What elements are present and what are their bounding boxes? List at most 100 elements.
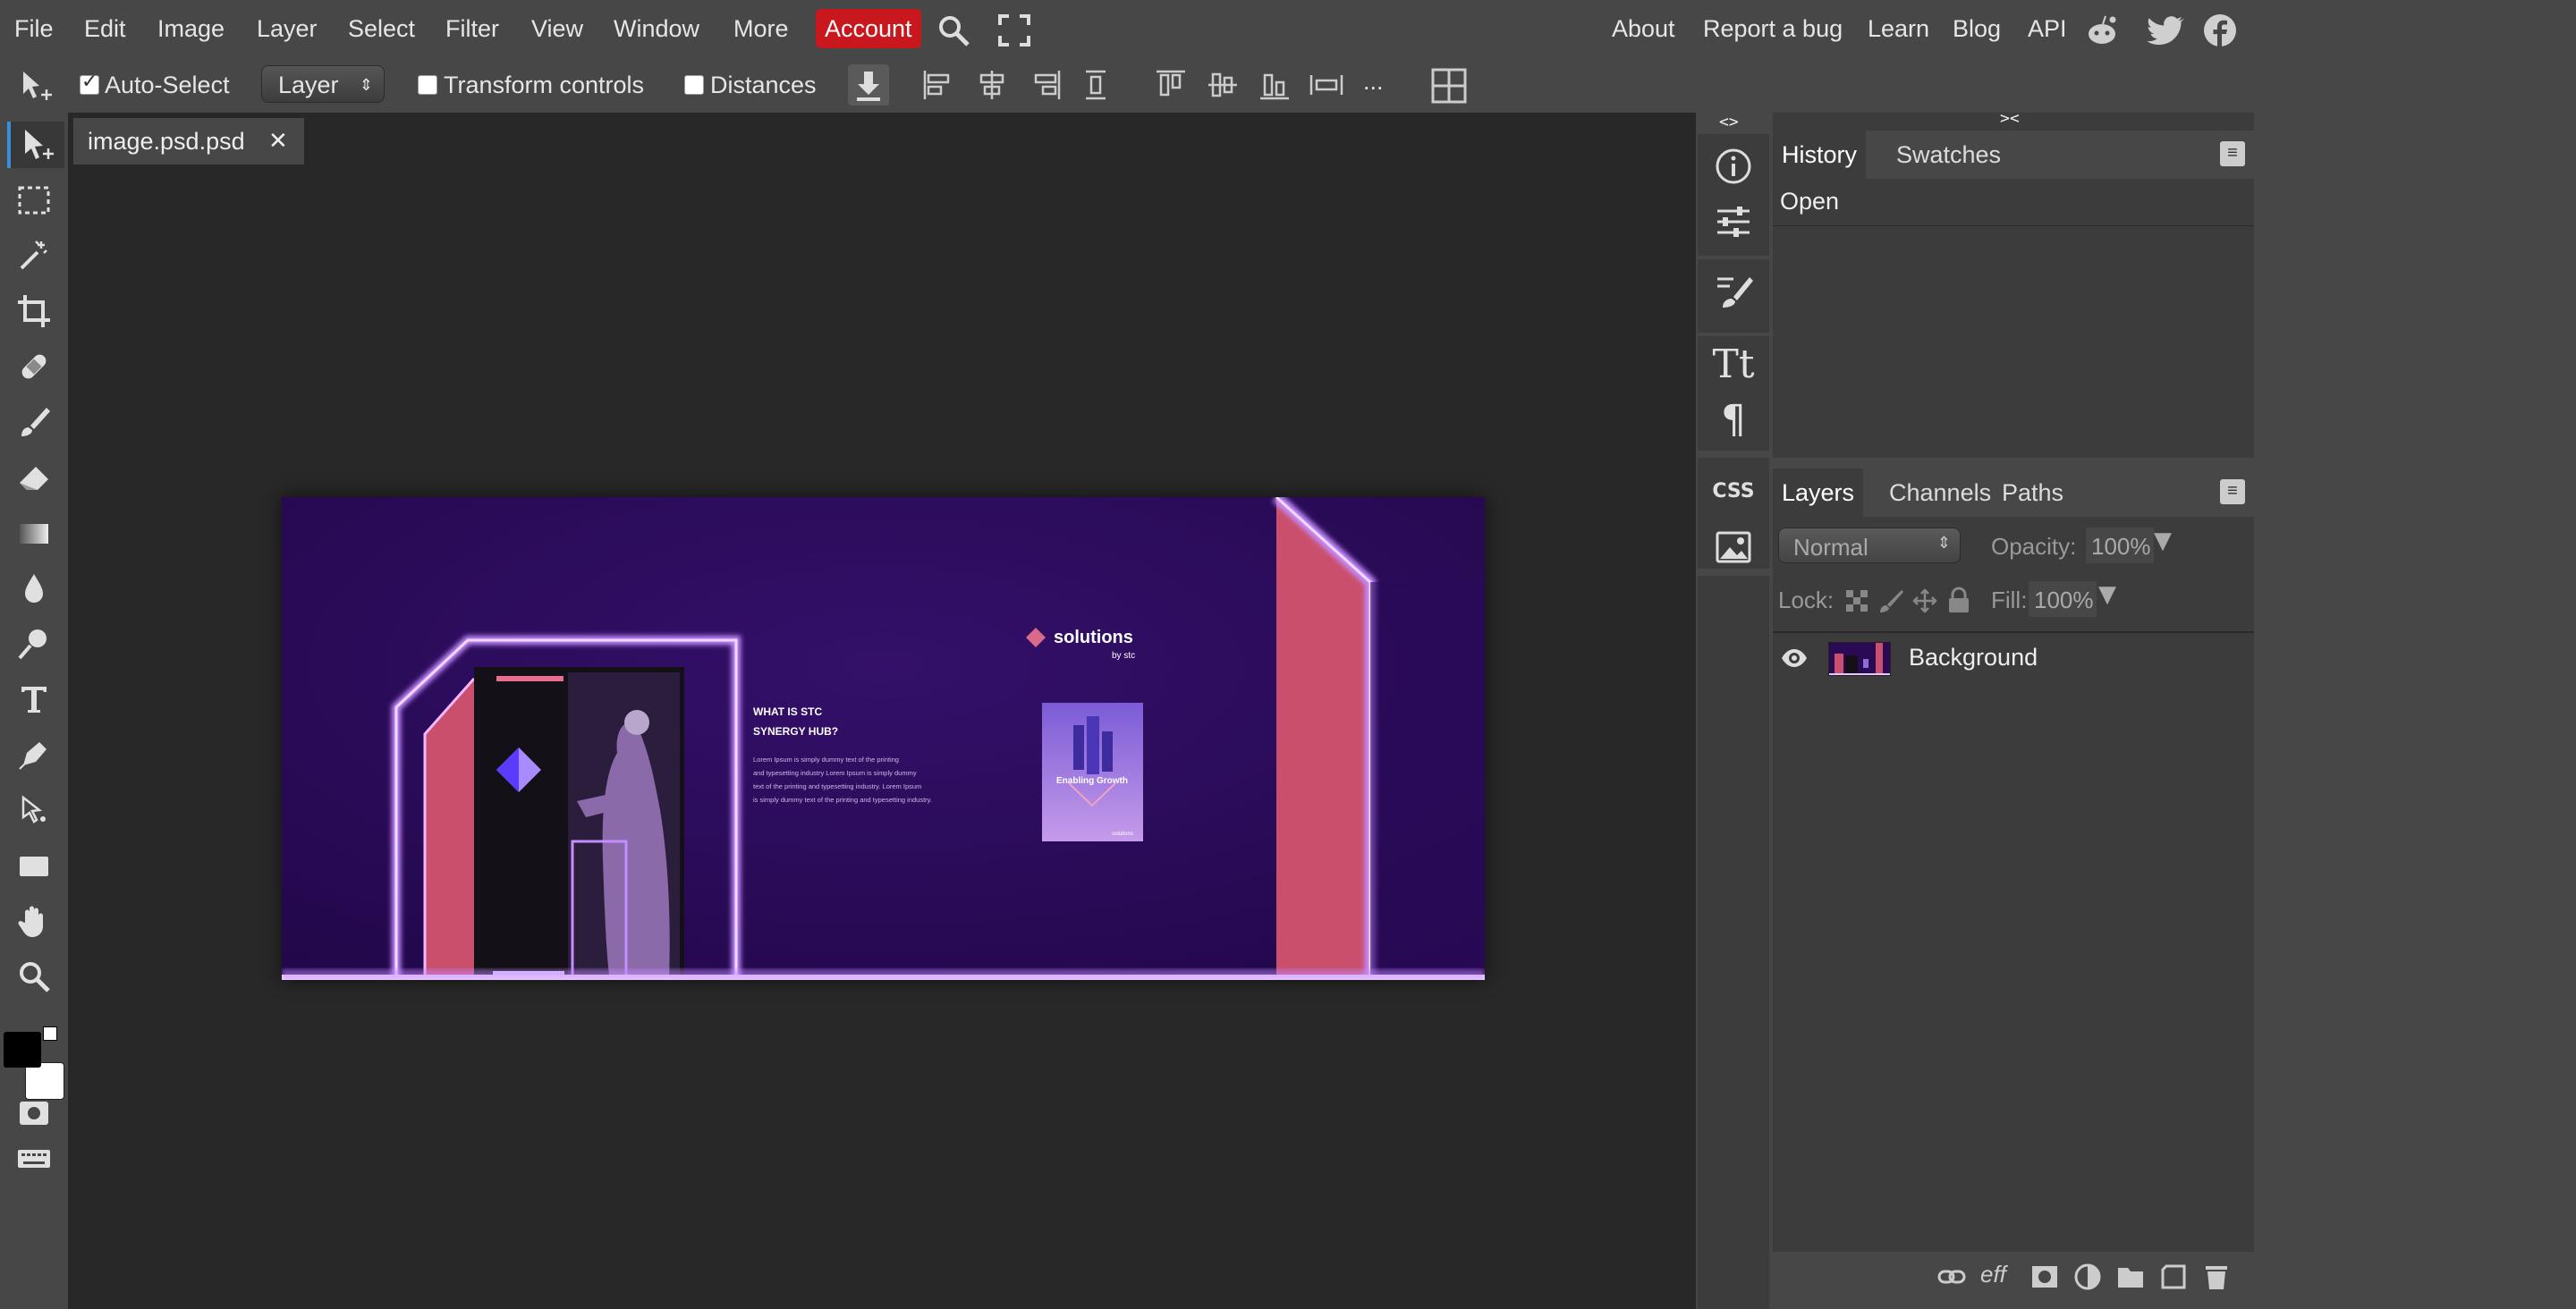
layers-panel-menu-icon[interactable]: ≡ [2220,479,2245,504]
link-blog[interactable]: Blog [1953,0,2001,57]
more-align-options[interactable]: ... [1363,68,1384,96]
link-about[interactable]: About [1612,0,1675,57]
tab-paths[interactable]: Paths [1993,469,2072,517]
lock-position-icon[interactable] [1912,588,1937,613]
download-button[interactable] [848,64,889,106]
opacity-dropdown-icon[interactable]: ▼ [2154,528,2172,554]
auto-select-target-dropdown[interactable]: Layer ⇕ [261,65,385,103]
layer-effects-icon[interactable]: eff [1980,1261,2006,1288]
history-panel-menu-icon[interactable]: ≡ [2220,141,2245,166]
adjustment-layer-icon[interactable] [2073,1263,2102,1291]
align-bottom-icon[interactable] [1258,68,1292,102]
dodge-tool[interactable] [7,621,61,667]
facebook-icon[interactable] [2202,13,2238,48]
auto-select-checkbox[interactable] [80,71,99,95]
zoom-tool[interactable] [7,953,61,1000]
menu-file[interactable]: File [14,0,54,57]
document-tab[interactable]: image.psd.psd ✕ [73,118,304,165]
path-select-tool[interactable] [7,787,61,833]
opacity-label: Opacity: [1991,533,2077,560]
search-icon[interactable] [936,13,971,48]
grid-layout-icon[interactable] [1429,66,1469,106]
layer-row[interactable]: Background [1773,633,2254,683]
paragraph-panel-button[interactable]: ¶ [1698,393,1769,447]
type-icon [21,687,47,713]
fill-input[interactable]: 100% [2029,581,2097,617]
menu-window[interactable]: Window [614,0,699,57]
move-tool[interactable] [7,122,64,168]
type-tool[interactable] [7,676,61,722]
gradient-tool[interactable] [7,510,61,556]
blend-mode-dropdown[interactable]: Normal ⇕ [1778,528,1961,563]
quick-mask-button[interactable] [7,1089,61,1136]
shape-tool[interactable] [7,842,61,889]
menu-select[interactable]: Select [348,0,415,57]
magic-wand-icon [20,241,47,270]
image-panel-button[interactable] [1698,520,1769,574]
transform-controls-checkbox[interactable] [418,75,437,95]
collapse-panels-toggle[interactable]: <> [1719,113,1739,131]
fill-dropdown-icon[interactable]: ▼ [2098,581,2116,608]
layer-visibility-eye-icon[interactable] [1780,644,1809,672]
align-top-icon[interactable] [1154,68,1188,102]
tab-swatches[interactable]: Swatches [1887,131,2010,179]
align-horizontal-center-icon[interactable] [975,68,1009,102]
keyboard-button[interactable] [7,1136,61,1182]
lock-transparency-icon[interactable] [1844,588,1869,613]
menu-filter[interactable]: Filter [445,0,499,57]
tab-channels[interactable]: Channels [1880,469,2000,517]
delete-layer-trash-icon[interactable] [2202,1263,2231,1291]
tab-layers[interactable]: Layers [1773,469,1864,517]
link-report-bug[interactable]: Report a bug [1703,0,1843,57]
character-panel-button[interactable]: Tt [1698,338,1769,392]
hand-tool[interactable] [7,898,61,944]
history-item[interactable]: Open [1773,179,2254,226]
menu-more[interactable]: More [733,0,789,57]
css-icon: CSS [1712,480,1755,502]
menu-account[interactable]: Account [816,9,921,48]
fill-label: Fill: [1991,587,2028,613]
align-right-icon[interactable] [1029,68,1063,102]
align-left-icon[interactable] [921,68,955,102]
adjustments-panel-button[interactable] [1698,195,1769,249]
collapse-panel-toggle[interactable]: >< [2000,109,2020,128]
link-layers-icon[interactable] [1937,1263,1966,1291]
link-learn[interactable]: Learn [1868,0,1929,57]
brush-tool[interactable] [7,399,61,445]
magic-wand-tool[interactable] [7,232,61,279]
align-vertical-center-icon[interactable] [1206,68,1240,102]
close-tab-icon[interactable]: ✕ [268,118,288,165]
opacity-input[interactable]: 100% [2086,528,2154,563]
info-panel-button[interactable] [1698,139,1769,193]
twitter-icon[interactable] [2147,13,2184,48]
distribute-vertical-icon[interactable] [1308,68,1345,102]
marquee-tool[interactable] [7,177,61,224]
canvas-body-4: is simply dummy text of the printing and… [753,796,932,804]
reddit-icon[interactable] [2084,13,2120,48]
fullscreen-icon[interactable] [996,13,1032,48]
distances-checkbox[interactable] [684,75,704,95]
pen-tool[interactable] [7,731,61,778]
menu-edit[interactable]: Edit [84,0,126,57]
brush-settings-button[interactable] [1698,265,1769,318]
blur-tool[interactable] [7,565,61,612]
link-api[interactable]: API [2028,0,2067,57]
canvas[interactable]: WHAT IS STC SYNERGY HUB? Lorem Ipsum is … [282,493,1485,982]
css-panel-button[interactable]: CSS [1698,465,1769,519]
menu-view[interactable]: View [531,0,583,57]
new-group-folder-icon[interactable] [2116,1263,2145,1291]
eraser-tool[interactable] [7,454,61,501]
lock-pixels-icon[interactable] [1878,588,1903,613]
healing-tool[interactable] [7,343,61,390]
default-colors-icon[interactable] [43,1026,57,1041]
foreground-color-swatch[interactable] [4,1032,41,1068]
add-mask-icon[interactable] [2030,1263,2059,1291]
menu-layer[interactable]: Layer [257,0,318,57]
new-layer-icon[interactable] [2159,1263,2188,1291]
lock-all-icon[interactable] [1946,587,1971,613]
distribute-horizontal-icon[interactable] [1079,68,1113,102]
menu-image[interactable]: Image [157,0,225,57]
auto-select-label: Auto-Select [105,72,230,98]
tab-history[interactable]: History [1773,131,1867,179]
crop-tool[interactable] [7,288,61,334]
